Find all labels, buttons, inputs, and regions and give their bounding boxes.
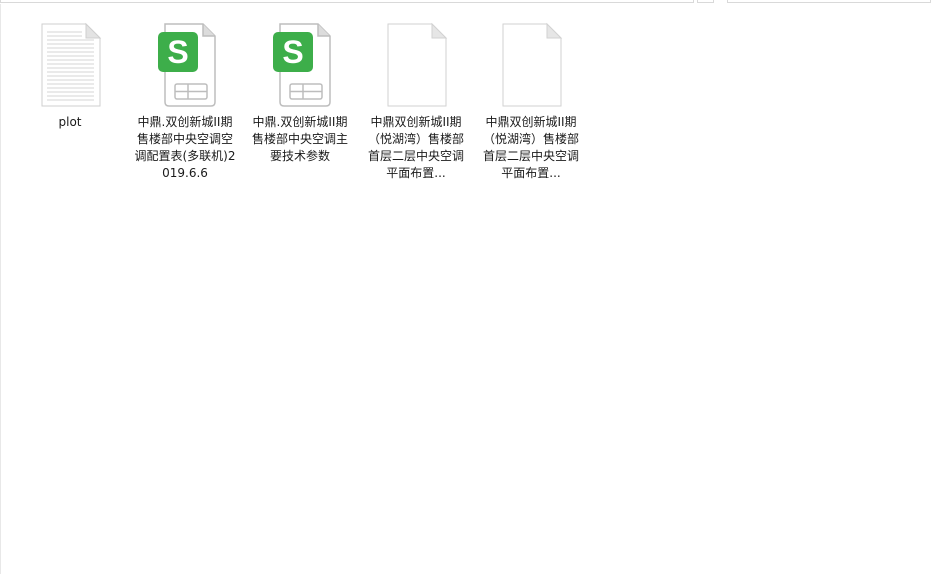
file-explorer-window: plot S 中鼎.双创新城II期售楼部中央空调空调配置表(多联机)2019.6… xyxy=(0,0,937,574)
address-bar[interactable] xyxy=(0,0,694,3)
address-dropdown-button[interactable] xyxy=(697,0,714,3)
file-name-label: plot xyxy=(58,115,82,129)
file-item-floor-plan-2[interactable]: 中鼎双创新城II期（悦湖湾）售楼部 首层二层中央空调平面布置... xyxy=(476,18,586,182)
file-list: plot S 中鼎.双创新城II期售楼部中央空调空调配置表(多联机)2019.6… xyxy=(14,18,914,558)
file-name-label: 中鼎双创新城II期（悦湖湾）售楼部 首层二层中央空调平面布置... xyxy=(482,115,579,180)
search-input[interactable] xyxy=(727,0,931,3)
svg-text:S: S xyxy=(167,34,188,70)
text-document-icon xyxy=(41,22,102,107)
blank-document-icon xyxy=(502,22,563,107)
file-item-plot[interactable]: plot xyxy=(15,18,125,131)
file-name-label: 中鼎.双创新城II期售楼部中央空调主要技术参数 xyxy=(251,115,348,163)
toolbar-strip xyxy=(0,0,937,4)
file-item-floor-plan-1[interactable]: 中鼎双创新城II期（悦湖湾）售楼部 首层二层中央空调平面布置... xyxy=(361,18,471,182)
file-name-label: 中鼎双创新城II期（悦湖湾）售楼部 首层二层中央空调平面布置... xyxy=(367,115,464,180)
svg-text:S: S xyxy=(282,34,303,70)
blank-document-icon xyxy=(387,22,448,107)
pane-divider xyxy=(0,4,1,574)
file-name-label: 中鼎.双创新城II期售楼部中央空调空调配置表(多联机)2019.6.6 xyxy=(134,115,236,180)
wps-spreadsheet-icon: S xyxy=(158,23,216,107)
file-item-hvac-tech-params[interactable]: S 中鼎.双创新城II期售楼部中央空调主要技术参数 xyxy=(245,18,355,165)
wps-spreadsheet-icon: S xyxy=(273,23,331,107)
file-item-hvac-config-table[interactable]: S 中鼎.双创新城II期售楼部中央空调空调配置表(多联机)2019.6.6 xyxy=(130,18,240,182)
